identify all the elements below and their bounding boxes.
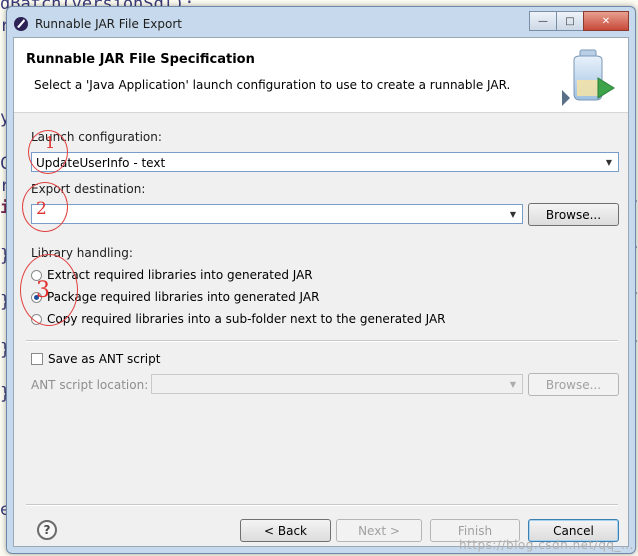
- title-bar[interactable]: Runnable JAR File Export — □ ✕: [7, 7, 635, 37]
- ant-script-location-label: ANT script location:: [31, 378, 149, 392]
- page-description: Select a 'Java Application' launch confi…: [34, 78, 511, 92]
- maximize-button[interactable]: □: [556, 11, 584, 31]
- launch-configuration-select[interactable]: UpdateUserInfo - text ▼: [31, 152, 619, 172]
- annotation-number: 1: [45, 133, 56, 152]
- annotation-number: 2: [36, 199, 47, 219]
- export-destination-input[interactable]: ▼: [31, 204, 523, 224]
- ant-script-location-input[interactable]: ▼: [151, 374, 523, 394]
- chevron-down-icon[interactable]: ▼: [602, 155, 616, 169]
- radio-copy-libraries[interactable]: Copy required libraries into a sub-folde…: [31, 310, 446, 328]
- separator: [26, 504, 618, 506]
- header-banner: Runnable JAR File Specification Select a…: [14, 38, 628, 113]
- export-browse-button[interactable]: Browse...: [528, 203, 619, 226]
- window-controls: — □ ✕: [529, 11, 629, 31]
- back-button[interactable]: < Back: [240, 519, 331, 542]
- radio-label: Package required libraries into generate…: [47, 290, 320, 304]
- window-title: Runnable JAR File Export: [35, 17, 182, 31]
- radio-label: Copy required libraries into a sub-folde…: [47, 312, 446, 326]
- radio-label: Extract required libraries into generate…: [47, 268, 313, 282]
- chevron-down-icon[interactable]: ▼: [506, 207, 520, 221]
- save-as-ant-checkbox-row[interactable]: Save as ANT script: [31, 350, 160, 368]
- minimize-button[interactable]: —: [529, 11, 557, 31]
- export-dialog: Runnable JAR File Export — □ ✕ Runnable …: [6, 6, 636, 554]
- dialog-content: Runnable JAR File Specification Select a…: [13, 37, 629, 547]
- save-as-ant-label: Save as ANT script: [48, 352, 161, 366]
- page-title: Runnable JAR File Specification: [26, 52, 255, 67]
- close-icon: ✕: [601, 15, 611, 27]
- separator: [26, 340, 618, 342]
- help-icon[interactable]: ?: [37, 520, 57, 540]
- annotation-number: 3: [36, 278, 50, 303]
- jar-export-wizard-icon: [562, 49, 615, 106]
- save-as-ant-checkbox[interactable]: [31, 353, 43, 365]
- minimize-icon: —: [538, 15, 548, 27]
- eclipse-app-icon: [14, 17, 28, 31]
- chevron-down-icon[interactable]: ▼: [506, 377, 520, 391]
- watermark: https://blog.csdn.net/qq_...: [458, 538, 634, 552]
- next-button[interactable]: Next >: [336, 519, 422, 542]
- close-button[interactable]: ✕: [583, 11, 629, 31]
- maximize-icon: □: [565, 15, 575, 27]
- ant-browse-button[interactable]: Browse...: [528, 373, 619, 396]
